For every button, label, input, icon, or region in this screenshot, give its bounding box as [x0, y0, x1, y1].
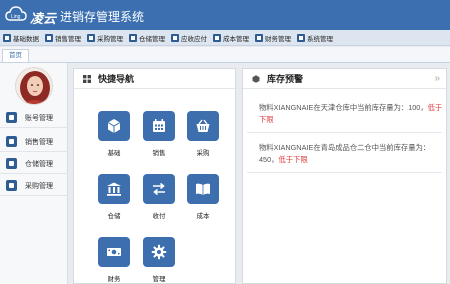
warehouse-icon	[6, 158, 17, 169]
system-icon	[297, 33, 305, 42]
warehouse-icon	[129, 33, 137, 42]
quick-tile-warehouse-label: 仓储	[107, 213, 121, 220]
quick-tile-cost[interactable]	[187, 174, 219, 204]
divider	[247, 132, 442, 133]
exchange-icon	[153, 182, 165, 196]
tab-strip: 首页	[0, 47, 450, 63]
avatar[interactable]	[15, 67, 53, 105]
money-icon	[107, 248, 121, 256]
menu-purchase[interactable]: 采购管理	[87, 31, 123, 45]
quick-tile-sales[interactable]	[143, 111, 175, 141]
cart-icon	[6, 180, 17, 191]
document-icon	[6, 136, 17, 147]
top-header: Ling 凌云 进销存管理系统	[0, 0, 450, 30]
menu-receivable-payable[interactable]: 应收应付	[171, 31, 207, 45]
stock-alert-item: 物料XIANGNAIE在青岛成品仓二仓中当前库存量为：450，低于下限	[259, 143, 431, 164]
quick-tile-finance[interactable]	[98, 237, 130, 267]
quick-tile-purchase[interactable]	[187, 111, 219, 141]
svg-text:Ling: Ling	[11, 14, 21, 20]
stock-alert-panel: 库存预警 » 物料XIANGNAIE在天津仓库中当前库存量为：100，低于下限 …	[242, 68, 447, 284]
sidebar-item-sales[interactable]: 销售管理	[0, 132, 68, 152]
quick-tile-sales-label: 销售	[152, 150, 166, 157]
quick-tile-payments[interactable]	[143, 174, 175, 204]
cube-icon	[252, 74, 260, 83]
brand-name: 凌云	[30, 11, 57, 26]
divider	[247, 172, 442, 173]
quick-tile-admin-label: 管理	[152, 276, 166, 283]
sidebar-item-warehouse[interactable]: 仓储管理	[0, 154, 68, 174]
cube-icon	[107, 119, 121, 133]
menu-finance[interactable]: 财务管理	[255, 31, 291, 45]
finance-icon	[255, 33, 263, 42]
menu-cost[interactable]: 成本管理	[213, 31, 249, 45]
basket-icon	[196, 119, 210, 132]
main-menu: 基础数据 销售管理 采购管理 仓储管理 应收应付 成本管理 财务管理 系统管理	[0, 30, 450, 46]
grid-icon	[83, 74, 91, 83]
menu-warehouse[interactable]: 仓储管理	[129, 31, 165, 45]
chevron-right-icon[interactable]: »	[434, 73, 440, 84]
quick-tile-cost-label: 成本	[196, 213, 210, 220]
quick-tile-payments-label: 收付	[152, 213, 166, 220]
quick-tile-admin[interactable]	[143, 237, 175, 267]
sidebar-item-accounts[interactable]: 账号管理	[0, 108, 68, 128]
quick-nav-header: 快捷导航	[74, 69, 235, 89]
menu-sales[interactable]: 销售管理	[45, 31, 81, 45]
quick-tile-warehouse[interactable]	[98, 174, 130, 204]
stock-alert-header: 库存预警	[243, 69, 446, 89]
sidebar-item-purchase[interactable]: 采购管理	[0, 176, 68, 196]
bank-icon	[107, 182, 121, 196]
gear-icon	[151, 244, 167, 260]
system-title: 进销存管理系统	[60, 10, 145, 24]
stock-alert-title: 库存预警	[267, 74, 304, 84]
stock-alert-item: 物料XIANGNAIE在天津仓库中当前库存量为：100，低于下限	[259, 103, 443, 124]
cloud-logo-icon: Ling	[5, 6, 27, 21]
menu-basic-data[interactable]: 基础数据	[3, 31, 39, 45]
quick-tile-finance-label: 财务	[107, 276, 121, 283]
quick-tile-purchase-label: 采购	[196, 150, 210, 157]
sales-icon	[45, 33, 53, 42]
quick-nav-title: 快捷导航	[98, 74, 135, 84]
avatar-image	[16, 68, 52, 104]
database-icon	[3, 33, 11, 42]
purchase-icon	[87, 33, 95, 42]
quick-tile-basic[interactable]	[98, 111, 130, 141]
sidebar: 账号管理 销售管理 仓储管理 采购管理	[0, 63, 68, 284]
user-icon	[6, 112, 17, 123]
tab-home[interactable]: 首页	[2, 49, 29, 62]
ledger-icon	[171, 33, 179, 42]
quick-tile-basic-label: 基础	[107, 150, 121, 157]
book-icon	[196, 183, 210, 195]
cost-icon	[213, 33, 221, 42]
calendar-icon	[153, 119, 165, 132]
quick-nav-panel: 快捷导航 基础 销售 采购 仓储 收付 成本 财务 管理	[73, 68, 236, 284]
menu-system[interactable]: 系统管理	[297, 31, 333, 45]
warning-text: 低于下限	[278, 155, 308, 164]
